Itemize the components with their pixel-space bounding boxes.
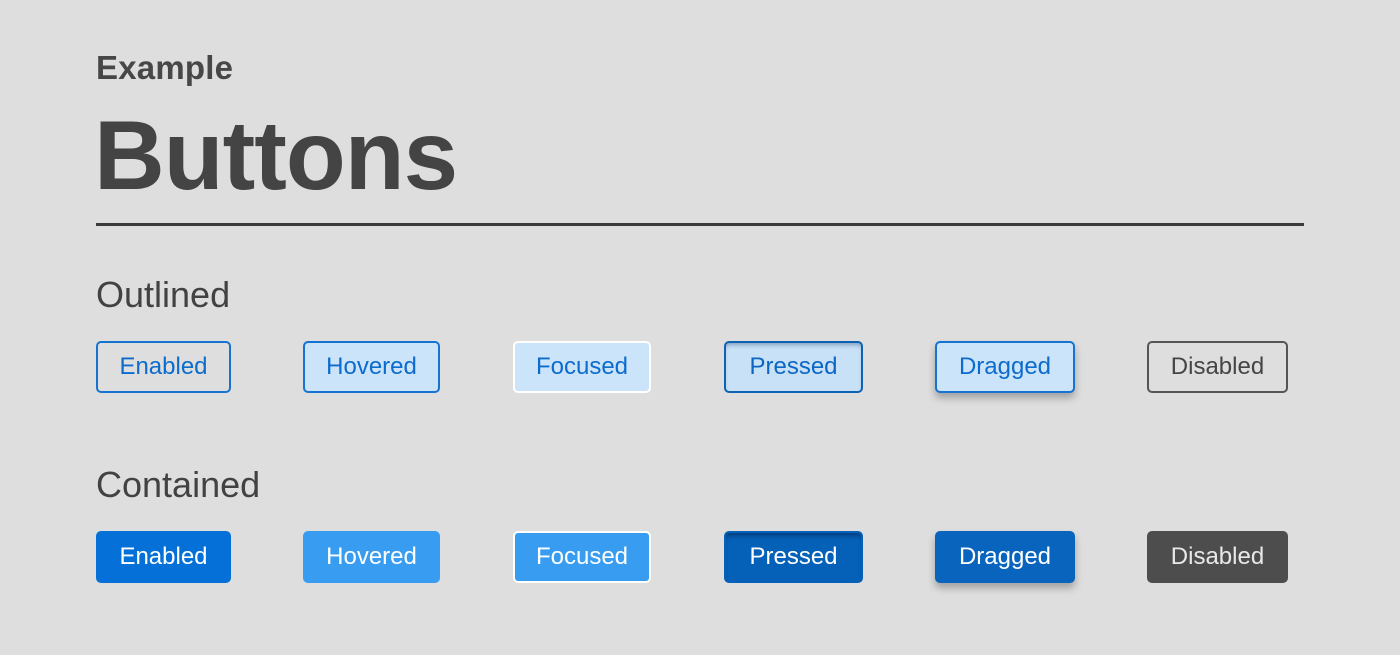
outlined-enabled-button[interactable]: Enabled	[96, 341, 231, 393]
contained-focused-button[interactable]: Focused	[513, 531, 651, 583]
section-heading-outlined: Outlined	[96, 274, 231, 315]
outlined-pressed-button[interactable]: Pressed	[724, 341, 863, 393]
contained-dragged-button[interactable]: Dragged	[935, 531, 1075, 583]
contained-hovered-button[interactable]: Hovered	[303, 531, 440, 583]
contained-enabled-button[interactable]: Enabled	[96, 531, 231, 583]
outlined-dragged-button[interactable]: Dragged	[935, 341, 1075, 393]
outlined-disabled-button: Disabled	[1147, 341, 1288, 393]
buttons-example-page: Example Buttons Outlined Enabled Hovered…	[0, 0, 1400, 655]
page-title: Buttons	[94, 100, 458, 210]
outlined-hovered-button[interactable]: Hovered	[303, 341, 440, 393]
contained-disabled-button: Disabled	[1147, 531, 1288, 583]
section-heading-contained: Contained	[96, 464, 261, 505]
page-eyebrow: Example	[96, 49, 234, 86]
outlined-focused-button[interactable]: Focused	[513, 341, 651, 393]
title-divider	[96, 223, 1304, 226]
contained-pressed-button[interactable]: Pressed	[724, 531, 863, 583]
